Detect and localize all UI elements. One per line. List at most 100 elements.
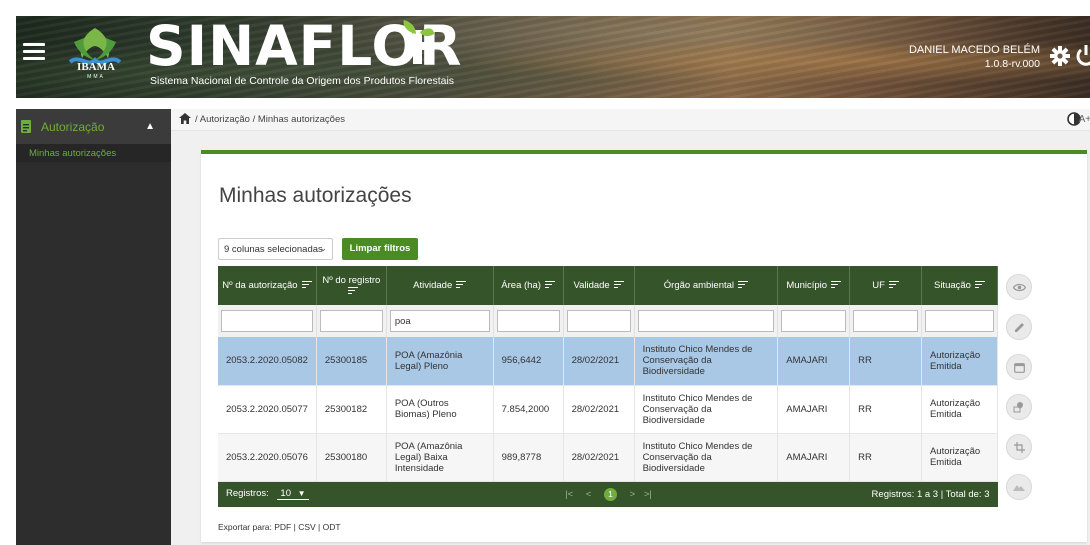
column-header-label: UF (872, 280, 885, 291)
column-header-validade[interactable]: Validade (563, 266, 635, 305)
sort-icon[interactable] (831, 281, 842, 289)
view-button[interactable] (1006, 274, 1032, 300)
filter-municipio-input[interactable] (781, 310, 847, 332)
sort-icon[interactable] (738, 281, 749, 289)
export-odt-link[interactable]: ODT (323, 522, 341, 532)
sort-icon[interactable] (348, 286, 359, 295)
filter-validade-input[interactable] (566, 310, 631, 332)
filter-atividade-input[interactable] (389, 310, 490, 332)
columns-select[interactable]: 9 colunas selecionadas ⌄ (218, 238, 333, 260)
column-header-autorizacao[interactable]: Nº da autorização (218, 266, 317, 305)
breadcrumb-minhas-autorizacoes[interactable]: Minhas autorizações (258, 114, 345, 125)
crop-button[interactable] (1006, 434, 1032, 460)
columns-select-value: 9 colunas selecionadas (224, 244, 323, 255)
filter-registro-input[interactable] (319, 310, 383, 332)
column-header-municipio[interactable]: Município (777, 266, 851, 305)
filter-cell (218, 305, 317, 337)
export-pdf-link[interactable]: PDF (274, 522, 291, 532)
cell-uf: RR (849, 337, 922, 386)
sort-icon[interactable] (301, 281, 312, 289)
map-pin-icon (1013, 402, 1023, 413)
export-csv-link[interactable]: CSV (298, 522, 315, 532)
column-header-label: Atividade (413, 280, 453, 291)
last-page-icon[interactable]: >| (644, 489, 652, 500)
calendar-icon (1013, 362, 1025, 373)
column-header-situacao[interactable]: Situação (921, 266, 999, 305)
records-summary: Registros: 1 a 3 | Total de: 3 (777, 481, 998, 507)
power-icon[interactable] (1076, 44, 1090, 66)
filter-cell (634, 305, 779, 337)
filter-situacao-input[interactable] (924, 310, 994, 332)
page-size-cell: Registros: 10 ▼ (218, 481, 494, 507)
sidebar-item-minhas-autorizacoes[interactable]: Minhas autorizações (16, 144, 171, 162)
font-size-control[interactable]: A+ A (1079, 114, 1090, 125)
table-row[interactable]: 2053.2.2020.05076 25300180 POA (Amazônia… (218, 433, 999, 482)
column-header-uf[interactable]: UF (849, 266, 922, 305)
table-row[interactable]: 2053.2.2020.05082 25300185 POA (Amazônia… (218, 337, 999, 386)
page-size-select[interactable]: 10 ▼ (277, 488, 309, 501)
cell-registro: 25300180 (316, 433, 387, 482)
next-page-icon[interactable]: > (630, 489, 636, 500)
sort-icon[interactable] (456, 281, 467, 289)
cell-orgao: Instituto Chico Mendes de Conservação da… (634, 385, 779, 434)
page-title: Minhas autorizações (219, 184, 412, 207)
sidebar-section-autorizacao[interactable]: Autorização ▲ (16, 109, 171, 144)
filter-autorizacao-input[interactable] (221, 310, 313, 332)
column-header-label: Nº do registro (322, 274, 381, 286)
column-header-label: Validade (573, 280, 610, 291)
cell-municipio: AMAJARI (777, 385, 851, 434)
authorizations-table: Nº da autorização Nº do registro Ativida… (218, 266, 999, 507)
cell-situacao: Autorização Emitida (921, 433, 999, 482)
cell-autorizacao: 2053.2.2020.05082 (218, 337, 317, 386)
sort-icon[interactable] (974, 281, 985, 289)
leaf-icon (403, 20, 434, 64)
clear-filters-button[interactable]: Limpar filtros (342, 238, 418, 260)
brand-subtitle: Sistema Nacional de Controle da Origem d… (150, 75, 455, 87)
app-header: IBAMA MMA SINAFLOR Sistema Nacional de C… (16, 16, 1090, 98)
cell-autorizacao: 2053.2.2020.05076 (218, 433, 317, 482)
locate-button[interactable] (1006, 394, 1032, 420)
prev-page-icon[interactable]: < (586, 489, 592, 500)
menu-icon[interactable] (23, 43, 45, 61)
filter-orgao-input[interactable] (637, 310, 775, 332)
home-icon[interactable] (179, 113, 191, 124)
chevron-down-icon: ⌄ (319, 243, 327, 253)
first-page-icon[interactable]: |< (565, 489, 573, 500)
table-row[interactable]: 2053.2.2020.05077 25300182 POA (Outros B… (218, 385, 999, 434)
cell-orgao: Instituto Chico Mendes de Conservação da… (634, 337, 779, 386)
column-header-registro[interactable]: Nº do registro (316, 266, 387, 305)
cell-validade: 28/02/2021 (563, 385, 635, 434)
column-header-label: Área (ha) (501, 280, 541, 291)
cell-area: 956,6442 (493, 337, 564, 386)
cell-atividade: POA (Amazônia Legal) Baixa Intensidade (386, 433, 494, 482)
filter-cell (386, 305, 494, 337)
current-page[interactable]: 1 (603, 487, 617, 501)
cell-area: 989,8778 (493, 433, 564, 482)
records-label: Registros: (226, 488, 269, 500)
landscape-button[interactable] (1006, 474, 1032, 500)
filter-cell (777, 305, 851, 337)
column-header-area[interactable]: Área (ha) (493, 266, 564, 305)
filter-uf-input[interactable] (853, 310, 918, 332)
sort-icon[interactable] (544, 281, 555, 289)
filter-area-input[interactable] (496, 310, 560, 332)
column-header-label: Órgão ambiental (663, 280, 735, 291)
pencil-icon (1014, 322, 1024, 332)
sort-icon[interactable] (888, 281, 899, 289)
cell-uf: RR (849, 433, 922, 482)
edit-button[interactable] (1006, 314, 1032, 340)
breadcrumb-autorizacao[interactable]: Autorização (200, 114, 250, 125)
chevron-down-icon: ▼ (297, 489, 306, 499)
cell-registro: 25300182 (316, 385, 387, 434)
filter-row (218, 305, 999, 337)
content-card: Minhas autorizações 9 colunas selecionad… (201, 150, 1087, 542)
gear-icon[interactable] (1050, 46, 1070, 66)
sort-icon[interactable] (613, 281, 624, 289)
calendar-button[interactable] (1006, 354, 1032, 380)
cell-uf: RR (849, 385, 922, 434)
column-header-atividade[interactable]: Atividade (386, 266, 494, 305)
export-label: Exportar para: (218, 522, 272, 532)
column-header-orgao[interactable]: Órgão ambiental (634, 266, 779, 305)
cell-autorizacao: 2053.2.2020.05077 (218, 385, 317, 434)
eye-icon (1012, 283, 1026, 291)
